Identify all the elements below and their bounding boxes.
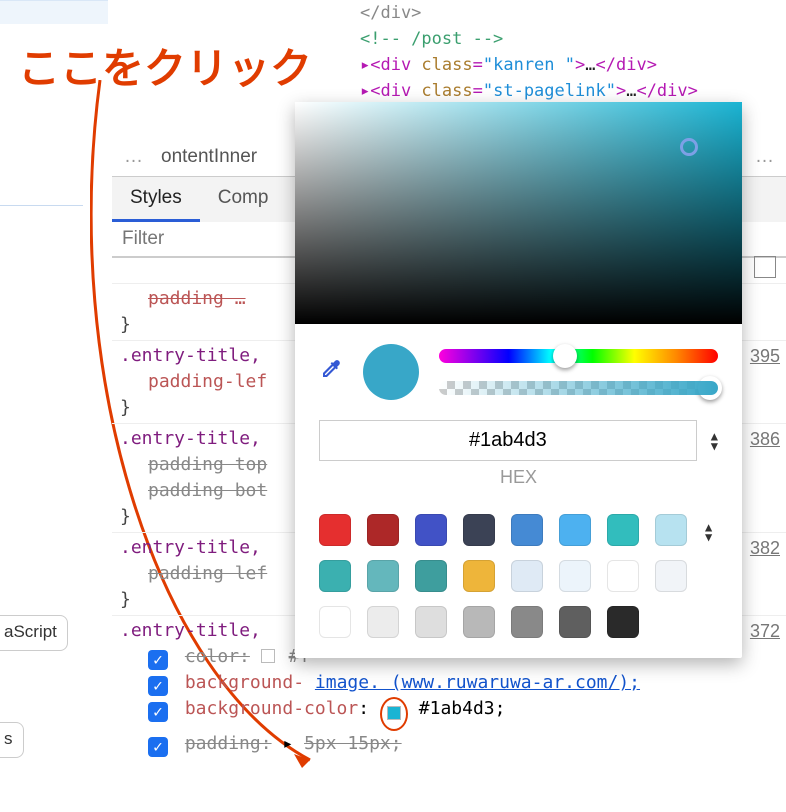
swatch[interactable] bbox=[607, 560, 639, 592]
sidebar-gutter-a bbox=[0, 0, 108, 24]
left-partial-button-a[interactable]: aScript bbox=[0, 615, 68, 651]
breadcrumb-item[interactable]: ontentInner bbox=[161, 146, 257, 168]
format-switcher-icon[interactable]: ▲▼ bbox=[711, 431, 718, 451]
swatch[interactable] bbox=[559, 560, 591, 592]
source-link[interactable]: 382 bbox=[750, 535, 780, 561]
swatch[interactable] bbox=[511, 606, 543, 638]
code-div-kanren[interactable]: ▸<div class="kanren ">…</div> bbox=[360, 52, 698, 78]
color-swatch-cyan[interactable] bbox=[387, 706, 401, 720]
color-swatch-white[interactable] bbox=[261, 649, 275, 663]
swatch[interactable] bbox=[559, 514, 591, 546]
swatch[interactable] bbox=[511, 560, 543, 592]
source-link[interactable]: 395 bbox=[750, 343, 780, 369]
code-div-stpagelink[interactable]: ▸<div class="st-pagelink">…</div> bbox=[360, 78, 698, 104]
swatch[interactable] bbox=[511, 514, 543, 546]
hex-input[interactable] bbox=[319, 420, 697, 461]
prop-checkbox[interactable]: ✓ bbox=[148, 650, 168, 670]
alpha-thumb[interactable] bbox=[698, 376, 722, 400]
swatch[interactable] bbox=[655, 560, 687, 592]
swatch[interactable] bbox=[319, 514, 351, 546]
color-picker: ▲▼ HEX ▲▼ bbox=[295, 102, 742, 658]
tab-styles[interactable]: Styles bbox=[112, 177, 200, 222]
swatch[interactable] bbox=[415, 606, 447, 638]
annotation-circle bbox=[380, 697, 408, 731]
swatch[interactable] bbox=[607, 514, 639, 546]
format-label: HEX bbox=[319, 467, 718, 488]
swatch[interactable] bbox=[463, 560, 495, 592]
swatch[interactable] bbox=[415, 514, 447, 546]
annotation-text: ここをクリック bbox=[18, 35, 312, 96]
hue-slider[interactable] bbox=[439, 349, 718, 363]
swatch[interactable] bbox=[319, 606, 351, 638]
swatch[interactable] bbox=[655, 514, 687, 546]
source-link[interactable]: 372 bbox=[750, 618, 780, 644]
swatch[interactable] bbox=[367, 560, 399, 592]
palette-switcher-icon[interactable]: ▲▼ bbox=[705, 522, 712, 542]
alpha-slider[interactable] bbox=[439, 381, 718, 395]
breadcrumb-dots[interactable]: … bbox=[124, 146, 143, 168]
swatch[interactable] bbox=[463, 514, 495, 546]
color-preview bbox=[363, 344, 419, 400]
toggle-element-state-icon[interactable] bbox=[754, 256, 776, 278]
tab-computed[interactable]: Comp bbox=[200, 177, 287, 222]
prop-checkbox[interactable]: ✓ bbox=[148, 702, 168, 722]
swatch[interactable] bbox=[367, 514, 399, 546]
swatch[interactable] bbox=[319, 560, 351, 592]
source-link[interactable]: 386 bbox=[750, 426, 780, 452]
html-source: </div> <!-- /post --> ▸<div class="kanre… bbox=[360, 0, 698, 104]
code-comment: <!-- /post --> bbox=[360, 29, 503, 49]
swatch[interactable] bbox=[463, 606, 495, 638]
swatch[interactable] bbox=[415, 560, 447, 592]
sl-cursor[interactable] bbox=[680, 138, 698, 156]
swatch[interactable] bbox=[559, 606, 591, 638]
breadcrumb-overflow[interactable]: … bbox=[755, 146, 774, 168]
eyedropper-icon[interactable] bbox=[319, 357, 343, 387]
left-partial-button-b[interactable]: s bbox=[0, 722, 24, 758]
hue-thumb[interactable] bbox=[553, 344, 577, 368]
prop-checkbox[interactable]: ✓ bbox=[148, 676, 168, 696]
swatch[interactable] bbox=[367, 606, 399, 638]
swatch[interactable] bbox=[607, 606, 639, 638]
code-closing-div: </div> bbox=[360, 3, 421, 23]
prop-checkbox[interactable]: ✓ bbox=[148, 737, 168, 757]
swatch-grid bbox=[319, 514, 687, 638]
sidebar-gutter-b bbox=[0, 205, 83, 229]
saturation-lightness-field[interactable] bbox=[295, 102, 742, 324]
